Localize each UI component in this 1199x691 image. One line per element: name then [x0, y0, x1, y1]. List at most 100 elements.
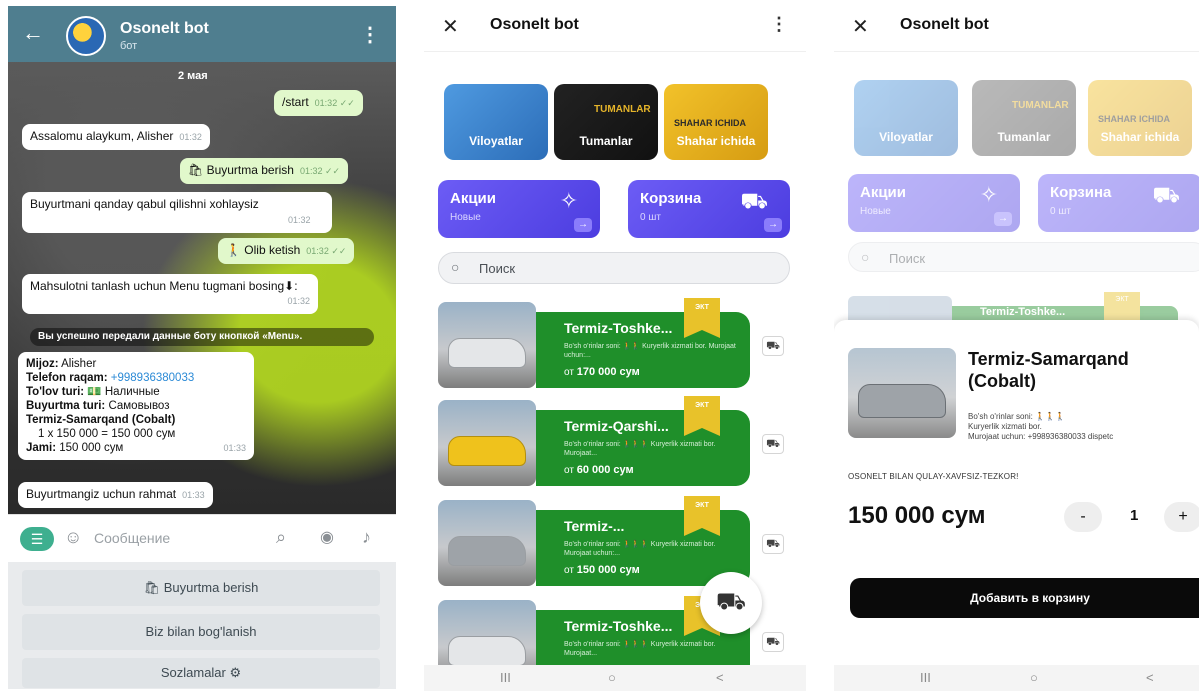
- camera-icon[interactable]: ◉: [320, 527, 334, 547]
- cart-icon: ⛟: [1152, 182, 1180, 207]
- message-time: 01:32 ✓✓: [314, 98, 355, 108]
- message-outgoing: /start 01:32 ✓✓: [274, 90, 363, 116]
- back-arrow-icon[interactable]: ←: [22, 20, 44, 46]
- message-incoming: Assalomu alaykum, Alisher 01:32: [22, 124, 210, 150]
- ice-cream-icon: ✧: [559, 188, 578, 213]
- message-text: Mahsulotni tanlash uchun Menu tugmani bo…: [30, 279, 298, 293]
- category-viloyatlar[interactable]: Viloyatlar: [444, 84, 548, 160]
- order-summary-message: Mijoz: Alisher Telefon raqam: +998936380…: [18, 352, 254, 460]
- close-icon[interactable]: ✕: [852, 14, 869, 39]
- add-to-cart-icon[interactable]: ⛟: [762, 336, 784, 356]
- back-icon[interactable]: <: [716, 670, 724, 685]
- cart-icon: ⛟: [740, 188, 768, 213]
- recent-apps-icon[interactable]: III: [920, 670, 931, 685]
- chat-messages: 2 мая /start 01:32 ✓✓ Assalomu alaykum, A…: [8, 62, 396, 514]
- message-outgoing: 🛍 Buyurtma berish 01:32 ✓✓: [180, 158, 349, 184]
- cart-card[interactable]: Корзина 0 шт ⛟ →: [628, 180, 790, 238]
- arrow-right-icon: →: [574, 218, 592, 232]
- keyboard-button-settings[interactable]: Sozlamalar ⚙: [22, 658, 380, 688]
- chat-header: ← Osonelt bot бот ⋮: [8, 6, 396, 62]
- promo-title: Акции: [450, 190, 497, 207]
- microphone-icon[interactable]: ♪: [362, 527, 371, 548]
- product-item[interactable]: Termiz-Toshke... Bo'sh o'rinlar soni: 🚶🚶…: [438, 298, 752, 388]
- category-label: Shahar ichida: [1100, 130, 1180, 144]
- message-text: Assalomu alaykum, Alisher: [30, 129, 174, 143]
- increase-button[interactable]: +: [1164, 502, 1199, 532]
- add-to-cart-icon[interactable]: ⛟: [762, 434, 784, 454]
- recent-apps-icon[interactable]: III: [500, 670, 511, 685]
- search-input: Поиск: [889, 251, 926, 266]
- quantity-stepper: - 1 +: [1064, 502, 1199, 534]
- keyboard-button-contact[interactable]: Biz bilan bog'lanish: [22, 614, 380, 650]
- ice-cream-icon: ✧: [979, 182, 998, 207]
- telegram-chat-screen: ← Osonelt bot бот ⋮ 2 мая /start 01:32 ✓✓…: [8, 6, 396, 689]
- mini-app-header: ✕ Osonelt bot: [834, 0, 1199, 52]
- add-to-cart-button[interactable]: Добавить в корзину: [850, 578, 1199, 618]
- order-field-value: Alisher: [61, 358, 97, 370]
- product-description: Bo'sh o'rinlar soni: 🚶🚶🚶 Kuryerlik xizma…: [564, 441, 716, 457]
- emoji-icon[interactable]: ☺: [64, 527, 82, 548]
- more-options-icon[interactable]: ⋮: [770, 14, 788, 35]
- promo-title: Акции: [860, 184, 907, 201]
- search-input[interactable]: Поиск: [479, 261, 515, 276]
- product-badge: ЭКТ: [1104, 292, 1140, 320]
- home-icon[interactable]: ○: [1030, 670, 1038, 685]
- cart-card: Корзина 0 шт ⛟: [1038, 174, 1199, 232]
- order-field-label: Buyurtma turi:: [26, 400, 106, 412]
- message-time: 01:32 ✓✓: [306, 246, 347, 256]
- bot-avatar[interactable]: [66, 16, 106, 56]
- back-icon[interactable]: <: [1146, 670, 1154, 685]
- category-label: Shahar ichida: [676, 134, 756, 148]
- search-bar[interactable]: ○ Поиск: [438, 252, 790, 284]
- product-image: [848, 296, 952, 320]
- category-art-text: TUMANLAR: [594, 104, 651, 115]
- product-item[interactable]: Termiz-Qarshi... Bo'sh o'rinlar soni: 🚶🚶…: [438, 396, 752, 486]
- product-item[interactable]: Termiz-... Bo'sh o'rinlar soni: 🚶🚶🚶 Kury…: [438, 496, 752, 586]
- phone-link[interactable]: +998936380033: [111, 372, 194, 384]
- message-text: 🚶 Olib ketish: [226, 243, 301, 257]
- category-art-text: SHAHAR ICHIDA: [674, 118, 746, 128]
- keyboard-button-order[interactable]: 🛍 Buyurtma berish: [22, 570, 380, 606]
- message-incoming: Mahsulotni tanlash uchun Menu tugmani bo…: [22, 274, 318, 314]
- attach-icon[interactable]: ⌕: [276, 527, 286, 548]
- add-to-cart-icon[interactable]: ⛟: [762, 632, 784, 652]
- category-tumanlar[interactable]: TUMANLAR Tumanlar: [554, 84, 658, 160]
- close-icon[interactable]: ✕: [442, 14, 459, 39]
- message-incoming: Buyurtmani qanday qabul qilishni xohlays…: [22, 192, 332, 233]
- system-note: Вы успешно передали данные боту кнопкой …: [30, 328, 374, 346]
- order-item-line: 1 x 150 000 = 150 000 сум: [38, 428, 176, 440]
- category-label: Viloyatlar: [469, 134, 523, 148]
- promo-card[interactable]: Акции Новые ✧ →: [438, 180, 600, 238]
- promo-subtitle: Новые: [450, 212, 481, 223]
- search-icon: ○: [861, 249, 870, 265]
- more-options-icon[interactable]: ⋮: [360, 22, 380, 47]
- product-description: Bo'sh o'rinlar soni: 🚶🚶🚶 Kuryerlik xizma…: [968, 412, 1199, 442]
- order-field-value: Самовывоз: [108, 400, 170, 412]
- message-text: Buyurtmani qanday qabul qilishni xohlays…: [30, 197, 259, 211]
- cart-title: Корзина: [640, 190, 702, 207]
- bot-menu-button[interactable]: ☰: [20, 527, 54, 551]
- cart-fab-button[interactable]: ⛟: [700, 572, 762, 634]
- description-line: Murojaat uchun: +998936380033 dispetc: [968, 432, 1114, 441]
- mini-app-header: ✕ Osonelt bot ⋮: [424, 0, 806, 52]
- message-time: 01:32: [287, 296, 310, 306]
- product-price: от 60 000 сум: [564, 464, 634, 476]
- category-shahar-ichida[interactable]: SHAHAR ICHIDA Shahar ichida: [664, 84, 768, 160]
- category-art-text: SHAHAR ICHIDA: [1098, 114, 1170, 124]
- message-time: 01:32 ✓✓: [299, 166, 341, 176]
- add-to-cart-icon[interactable]: ⛟: [762, 534, 784, 554]
- product-price: 150 000 сум: [848, 502, 986, 529]
- slogan-text: OSONELT BILAN QULAY-XAVFSIZ-TEZKOR!: [848, 472, 1019, 481]
- android-nav-bar: III ○ <: [424, 665, 806, 691]
- home-icon[interactable]: ○: [608, 670, 616, 685]
- product-image: [438, 500, 536, 586]
- mini-app-title: Osonelt bot: [490, 16, 579, 33]
- message-composer: ☰ ☺ Сообщение ⌕ ◉ ♪: [8, 514, 396, 562]
- decrease-button[interactable]: -: [1064, 502, 1102, 532]
- promo-card: Акции Новые ✧ →: [848, 174, 1020, 232]
- message-input[interactable]: Сообщение: [94, 530, 170, 546]
- category-label: Viloyatlar: [879, 130, 933, 144]
- screenshot-collage: ← Osonelt bot бот ⋮ 2 мая /start 01:32 ✓✓…: [0, 0, 1199, 691]
- chat-subtitle: бот: [120, 40, 138, 52]
- message-outgoing: 🚶 Olib ketish 01:32 ✓✓: [218, 238, 355, 264]
